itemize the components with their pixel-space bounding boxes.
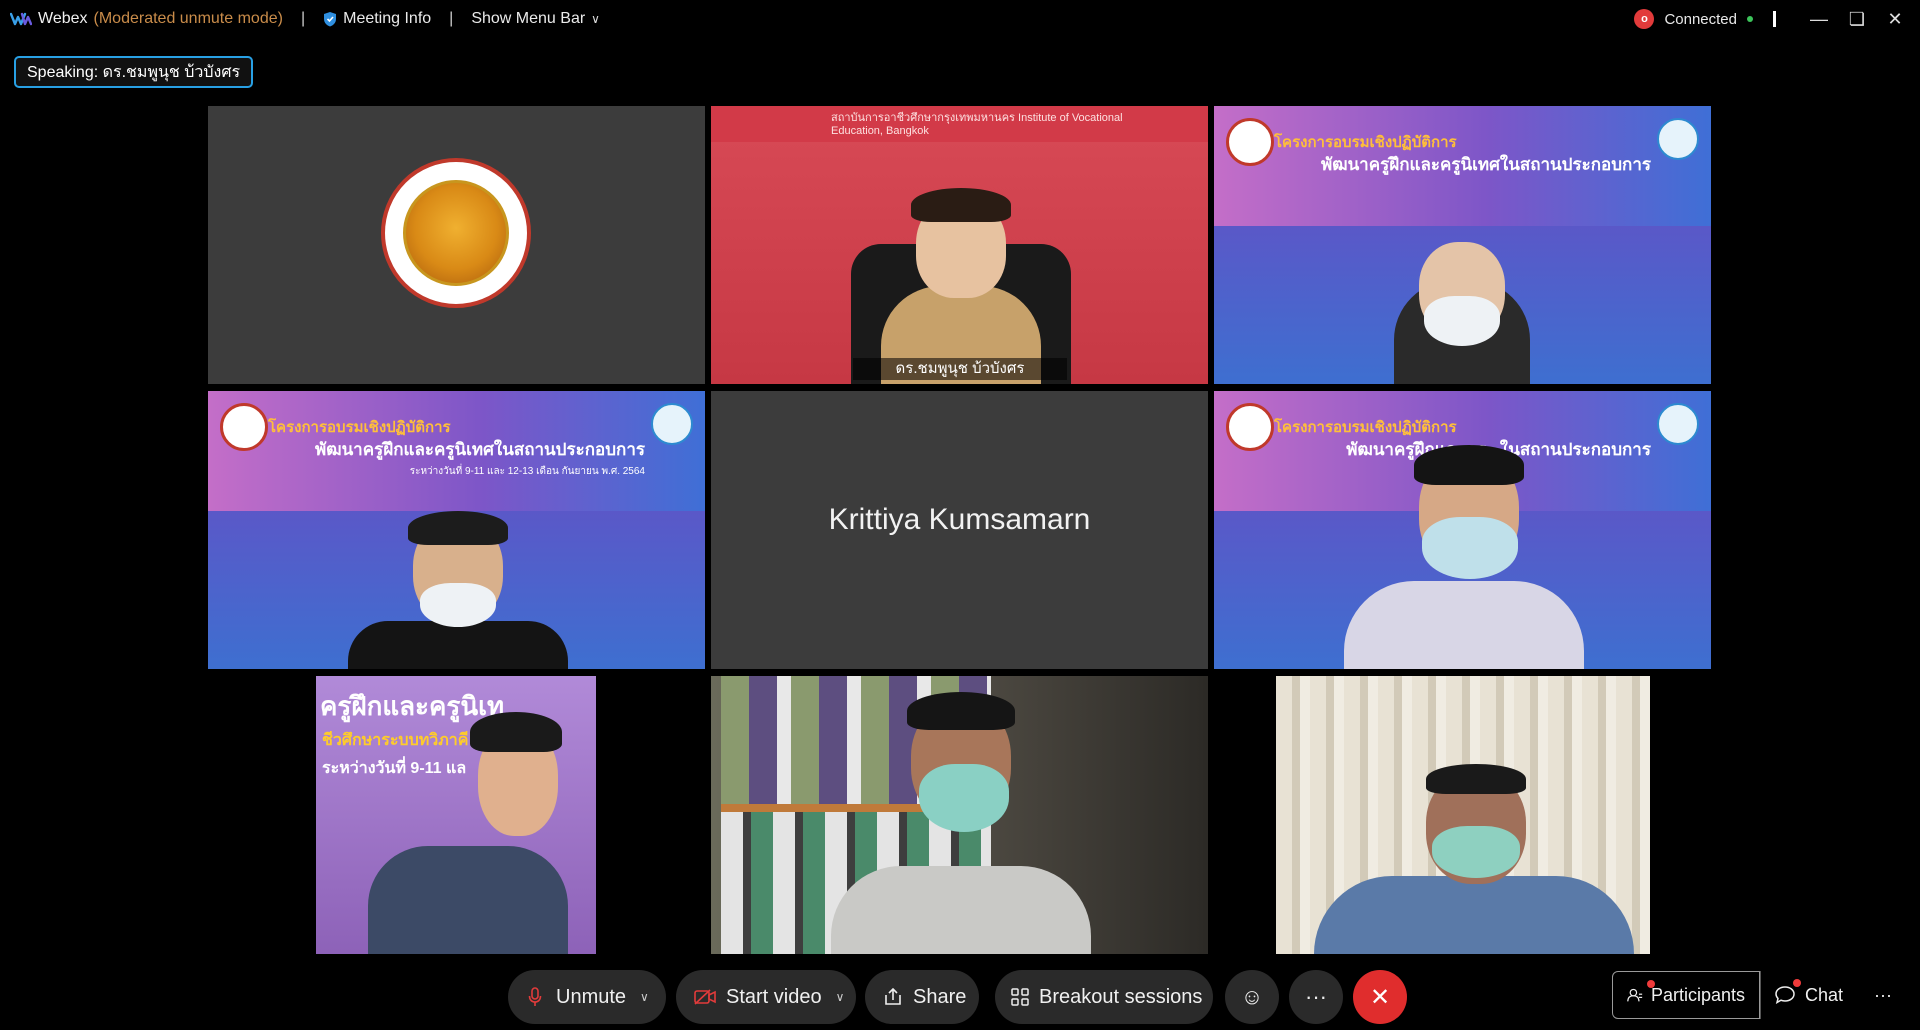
participant-tile[interactable] <box>1214 676 1711 954</box>
meeting-info-link[interactable]: Meeting Info <box>343 10 431 28</box>
overlay-text-line: ระหว่างวันที่ 9-11 แล <box>322 760 467 777</box>
breakout-sessions-button[interactable]: Breakout sessions <box>995 970 1213 1024</box>
panel-toggles: Participants Chat ··· <box>1612 970 1908 1020</box>
share-icon <box>885 988 901 1005</box>
person-body <box>348 621 568 669</box>
overlay-text-line: ชีวศึกษาระบบทวิภาคี <box>322 732 469 749</box>
start-video-label: Start video <box>726 985 822 1008</box>
person-body <box>1344 581 1584 669</box>
banner-title: โครงการอบรมเชิงปฏิบัติการ พัฒนาครูฝึกและ… <box>1274 132 1651 176</box>
layout-divider-icon <box>1773 11 1776 27</box>
person-hair <box>907 692 1015 730</box>
face-mask <box>1422 517 1518 579</box>
title-bar: Webex (Moderated unmute mode) | Meeting … <box>0 0 1920 38</box>
person-hair <box>1414 445 1524 485</box>
face-mask <box>1432 826 1520 878</box>
participant-tile[interactable]: โครงการอบรมเชิงปฏิบัติการ พัฒนาครูฝึกและ… <box>1214 106 1711 384</box>
video-grid: สถาบันการอาชีวศึกษากรุงเทพมหานคร Institu… <box>208 106 1712 954</box>
more-panels-button[interactable]: ··· <box>1858 971 1908 1019</box>
title-bar-right: o Connected — ❏ ✕ <box>1634 0 1920 38</box>
recording-icon[interactable]: o <box>1634 9 1655 29</box>
divider: | <box>449 10 454 27</box>
notification-dot-icon <box>1793 979 1801 987</box>
participant-tile[interactable] <box>208 106 705 384</box>
person-hair <box>470 712 562 752</box>
face-mask <box>420 583 496 627</box>
seal-emblem <box>403 180 509 286</box>
institution-seal-icon <box>381 158 531 308</box>
face-mask <box>919 764 1009 832</box>
ministry-logo-icon <box>651 403 693 445</box>
banner-title-line: โครงการอบรมเชิงปฏิบัติการ <box>1274 134 1457 151</box>
participants-button[interactable]: Participants <box>1612 971 1760 1019</box>
connection-dot-icon <box>1747 16 1753 22</box>
banner-subtitle-line: พัฒนาครูฝึกและครูนิเทศในสถานประกอบการ <box>315 440 645 459</box>
person-body <box>831 866 1091 954</box>
banner-title-line: โครงการอบรมเชิงปฏิบัติการ <box>1274 419 1457 436</box>
more-panels-icon: ··· <box>1874 984 1892 1005</box>
more-options-icon[interactable]: ··· <box>1289 970 1343 1024</box>
reactions-icon[interactable]: ☺ <box>1225 970 1279 1024</box>
institution-logo-icon <box>220 403 268 451</box>
participant-name-label: ดร.ชมพูนุช บ้วบังศร <box>853 358 1067 380</box>
breakout-icon <box>1011 988 1029 1006</box>
face-mask <box>1424 296 1500 346</box>
active-speaker-tile[interactable]: สถาบันการอาชีวศึกษากรุงเทพมหานคร Institu… <box>711 106 1208 384</box>
participant-tile[interactable] <box>711 676 1208 954</box>
breakout-label: Breakout sessions <box>1039 985 1203 1008</box>
shield-icon <box>324 12 337 27</box>
ministry-logo-icon <box>1657 403 1699 445</box>
start-video-button[interactable]: Start video ∨ <box>676 970 856 1024</box>
webex-logo-icon <box>10 12 32 26</box>
institution-logo-icon <box>1226 118 1274 166</box>
participants-icon <box>1627 988 1643 1002</box>
unmute-label: Unmute <box>556 985 627 1008</box>
meeting-controls: Unmute ∨ Start video ∨ Share Breakout se… <box>0 970 1920 1026</box>
show-menu-bar-link[interactable]: Show Menu Bar <box>471 10 585 28</box>
chevron-down-icon[interactable]: ∨ <box>640 990 649 1004</box>
participant-tile[interactable]: ครูฝึกและครูนิเท ชีวศึกษาระบบทวิภาคี ระห… <box>208 676 705 954</box>
participant-tile[interactable]: Krittiya Kumsamarn <box>711 391 1208 669</box>
connection-status[interactable]: Connected <box>1664 11 1737 28</box>
chevron-down-icon[interactable]: ∨ <box>591 12 600 26</box>
banner-subtitle-line: พัฒนาครูฝึกและครูนิเทศในสถานประกอบการ <box>1321 155 1651 174</box>
participants-label: Participants <box>1650 984 1745 1005</box>
app-name: Webex <box>38 10 88 27</box>
ministry-logo-icon <box>1657 118 1699 160</box>
minimize-icon[interactable]: — <box>1802 4 1836 34</box>
leave-meeting-button[interactable]: ✕ <box>1353 970 1407 1024</box>
video-off-icon <box>694 989 716 1005</box>
chat-label: Chat <box>1805 984 1844 1005</box>
banner-title: โครงการอบรมเชิงปฏิบัติการ พัฒนาครูฝึกและ… <box>268 417 645 483</box>
person-body <box>1314 876 1634 954</box>
share-label: Share <box>913 985 967 1008</box>
muted-microphone-icon <box>528 987 542 1006</box>
restore-icon[interactable]: ❏ <box>1840 4 1874 34</box>
person-body <box>368 846 568 954</box>
chat-icon <box>1775 986 1795 1004</box>
banner-dates-line: ระหว่างวันที่ 9-11 และ 12-13 เดือน กันยา… <box>409 466 645 477</box>
institution-logo-icon <box>1226 403 1274 451</box>
close-window-icon[interactable]: ✕ <box>1878 4 1912 34</box>
person-hair <box>911 188 1011 222</box>
chevron-down-icon[interactable]: ∨ <box>836 990 845 1004</box>
participant-tile[interactable]: โครงการอบรมเชิงปฏิบัติการ พัฒนาครูฝึกและ… <box>1214 391 1711 669</box>
divider: | <box>300 10 306 27</box>
header-banner-text: สถาบันการอาชีวศึกษากรุงเทพมหานคร Institu… <box>831 112 1123 137</box>
notification-dot-icon <box>1647 980 1655 988</box>
participant-name-label: Krittiya Kumsamarn <box>828 503 1091 536</box>
title-bar-left: Webex (Moderated unmute mode) | Meeting … <box>0 10 600 28</box>
meeting-mode: (Moderated unmute mode) <box>93 10 283 27</box>
active-speaker-chip: Speaking: ดร.ชมพูนุช บ้วบังศร <box>14 56 254 88</box>
share-button[interactable]: Share <box>865 970 979 1024</box>
participant-tile[interactable]: โครงการอบรมเชิงปฏิบัติการ พัฒนาครูฝึกและ… <box>208 391 705 669</box>
person-hair <box>1426 764 1526 794</box>
banner-title-line: โครงการอบรมเชิงปฏิบัติการ <box>268 419 451 436</box>
chat-button[interactable]: Chat <box>1760 971 1858 1019</box>
unmute-button[interactable]: Unmute ∨ <box>508 970 666 1024</box>
person-hair <box>408 511 508 545</box>
